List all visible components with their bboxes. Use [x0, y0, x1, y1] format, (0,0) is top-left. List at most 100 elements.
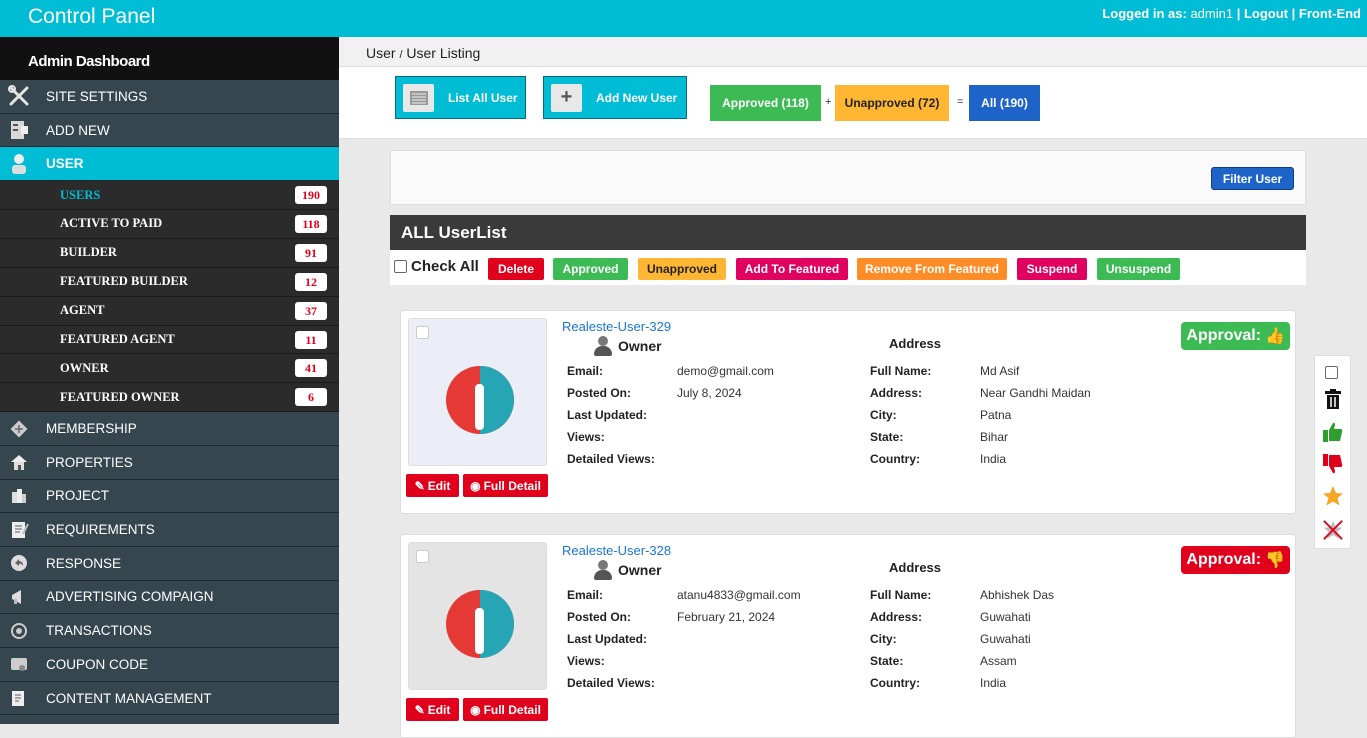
approved-button[interactable]: Approved	[553, 258, 628, 280]
side-toolbar	[1314, 355, 1351, 549]
add-to-featured-button[interactable]: Add To Featured	[736, 258, 848, 280]
sidebar-subitem-featured-builder[interactable]: FEATURED BUILDER 12	[0, 267, 339, 297]
unsuspend-button[interactable]: Unsuspend	[1097, 258, 1180, 280]
check-all[interactable]: Check All	[394, 258, 479, 275]
check-all-checkbox[interactable]	[394, 260, 407, 273]
sidebar-item-transactions[interactable]: TRANSACTIONS	[0, 614, 339, 648]
thumbs-down-icon[interactable]	[1322, 452, 1344, 476]
list-all-user-button[interactable]: List All User	[395, 76, 526, 119]
sidebar-subitem-label: FEATURED BUILDER	[60, 274, 188, 289]
state-label: State:	[870, 430, 904, 444]
sidebar-subitem-featured-agent[interactable]: FEATURED AGENT 11	[0, 325, 339, 355]
country-value: India	[980, 676, 1007, 690]
row-checkbox[interactable]	[416, 326, 429, 339]
state-value: Bihar	[980, 430, 1009, 444]
sidebar-item-advertising[interactable]: ADVERTISING COMPAIGN	[0, 581, 339, 615]
edit-label: Edit	[427, 702, 451, 717]
sidebar-subitem-agent[interactable]: AGENT 37	[0, 296, 339, 326]
email-value: atanu4833@gmail.com	[677, 588, 801, 602]
edit-button[interactable]: ✎ Edit	[406, 698, 459, 721]
suspend-button[interactable]: Suspend	[1017, 258, 1087, 280]
megaphone-icon	[8, 586, 30, 608]
sidebar-subitem-label: USERS	[60, 187, 101, 202]
address-value: Guwahati	[980, 610, 1031, 624]
equals-operator: =	[957, 96, 964, 108]
person-icon	[594, 336, 612, 356]
edit-button[interactable]: ✎ Edit	[406, 474, 459, 497]
user-role: Owner	[594, 336, 662, 356]
count-badge: 37	[295, 301, 327, 320]
sidebar-subitem-label: FEATURED OWNER	[60, 389, 180, 404]
user-card: ✎ Edit ◉ Full Detail Realeste-User-329 Own…	[400, 310, 1296, 514]
user-thumbnail	[408, 318, 547, 466]
side-select-checkbox[interactable]	[1325, 366, 1338, 379]
count-badge: 91	[295, 243, 327, 262]
sidebar-subitem-featured-owner[interactable]: FEATURED OWNER 6	[0, 383, 339, 413]
delete-button[interactable]: Delete	[488, 258, 544, 280]
user-name-link[interactable]: Realeste-User-329	[562, 319, 671, 334]
list-title: ALL UserList	[390, 215, 1306, 250]
all-count-button[interactable]: All (190)	[969, 85, 1040, 121]
breadcrumb-separator: /	[399, 49, 403, 61]
filter-user-button[interactable]: Filter User	[1211, 167, 1294, 190]
frontend-link[interactable]: Front-End	[1299, 6, 1361, 21]
row-checkbox[interactable]	[416, 550, 429, 563]
sidebar-subitem-label: ACTIVE TO PAID	[60, 216, 163, 231]
detailed-views-label: Detailed Views:	[567, 452, 655, 466]
sidebar-subitem-owner[interactable]: OWNER 41	[0, 354, 339, 384]
approval-status-badge[interactable]: Approval: 👍	[1181, 322, 1290, 350]
city-label: City:	[870, 632, 897, 646]
address-heading: Address	[889, 560, 942, 575]
sidebar: Admin Dashboard SITE SETTINGS ADD NEW US…	[0, 37, 339, 724]
document-edit-icon	[8, 687, 30, 709]
unapproved-count-button[interactable]: Unapproved (72)	[835, 85, 949, 121]
full-detail-button[interactable]: ◉ Full Detail	[463, 474, 548, 497]
coupon-icon	[8, 653, 30, 675]
sidebar-item-label: ADD NEW	[46, 122, 110, 138]
remove-featured-icon[interactable]	[1322, 518, 1344, 542]
unapproved-button[interactable]: Unapproved	[638, 258, 726, 280]
city-label: City:	[870, 408, 897, 422]
sidebar-item-label: PROPERTIES	[46, 454, 133, 470]
thumbs-up-icon: 👍	[1265, 328, 1285, 345]
sidebar-item-add-new[interactable]: ADD NEW	[0, 114, 339, 148]
sidebar-item-response[interactable]: RESPONSE	[0, 547, 339, 581]
sidebar-item-properties[interactable]: PROPERTIES	[0, 446, 339, 480]
brand-logo	[446, 590, 514, 658]
logged-in-username: admin1	[1190, 6, 1234, 21]
views-label: Views:	[567, 654, 605, 668]
user-name-link[interactable]: Realeste-User-328	[562, 543, 671, 558]
full-detail-button[interactable]: ◉ Full Detail	[463, 698, 548, 721]
sidebar-dashboard[interactable]: Admin Dashboard	[0, 37, 339, 80]
sidebar-item-coupon[interactable]: COUPON CODE	[0, 648, 339, 682]
sidebar-item-requirements[interactable]: REQUIREMENTS	[0, 513, 339, 547]
logout-link[interactable]: Logout	[1244, 6, 1288, 21]
remove-from-featured-button[interactable]: Remove From Featured	[857, 258, 1007, 280]
sidebar-item-label: RESPONSE	[46, 555, 122, 571]
breadcrumb-root[interactable]: User	[366, 45, 396, 61]
posted-label: Posted On:	[567, 386, 632, 400]
sidebar-subitem-builder[interactable]: BUILDER 91	[0, 238, 339, 268]
state-value: Assam	[980, 654, 1017, 668]
sidebar-item-content-management[interactable]: CONTENT MANAGEMENT	[0, 682, 339, 716]
sidebar-subitem-label: FEATURED AGENT	[60, 331, 175, 346]
sidebar-item-user[interactable]: USER	[0, 147, 339, 182]
sidebar-subitem-label: BUILDER	[60, 245, 117, 260]
sidebar-item-project[interactable]: PROJECT	[0, 480, 339, 514]
sidebar-subitem-users[interactable]: USERS 190	[0, 181, 339, 210]
thumbs-down-icon: 👎	[1265, 552, 1285, 569]
add-new-user-button[interactable]: + Add New User	[543, 76, 687, 119]
sidebar-item-label: TRANSACTIONS	[46, 623, 152, 639]
notepad-icon	[8, 519, 30, 541]
approved-count-button[interactable]: Approved (118)	[710, 85, 821, 121]
edit-label: Edit	[427, 478, 451, 493]
thumbs-up-icon[interactable]	[1322, 420, 1344, 444]
sidebar-item-membership[interactable]: MEMBERSHIP	[0, 412, 339, 446]
sidebar-subitem-active-to-paid[interactable]: ACTIVE TO PAID 118	[0, 209, 339, 239]
star-icon[interactable]	[1322, 484, 1344, 508]
approval-status-badge[interactable]: Approval: 👎	[1181, 546, 1290, 574]
detailed-views-label: Detailed Views:	[567, 676, 655, 690]
role-label: Owner	[618, 562, 662, 578]
trash-icon[interactable]	[1322, 387, 1344, 411]
sidebar-item-site-settings[interactable]: SITE SETTINGS	[0, 80, 339, 114]
